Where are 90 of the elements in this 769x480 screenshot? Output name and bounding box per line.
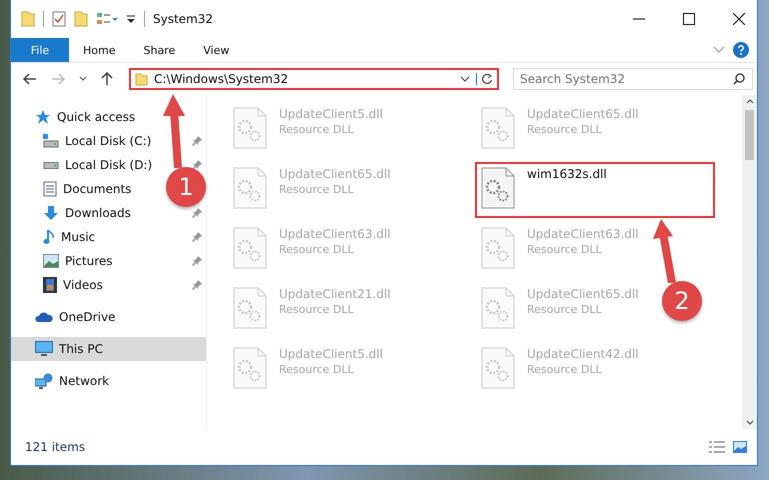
sidebar-item[interactable]: Quick access xyxy=(11,105,140,129)
file-item[interactable]: wim1632s.dll xyxy=(475,162,715,218)
drive-icon xyxy=(43,162,59,168)
file-name: UpdateClient65.dll xyxy=(527,107,639,121)
file-menu-button[interactable]: File xyxy=(11,38,69,62)
file-type: Resource DLL xyxy=(527,123,603,136)
arrow-annotation xyxy=(653,219,677,283)
recent-locations-icon[interactable] xyxy=(79,76,87,82)
file-type: Resource DLL xyxy=(527,303,603,316)
refresh-icon[interactable] xyxy=(476,73,493,85)
folder-icon xyxy=(135,72,148,86)
dll-file-icon xyxy=(233,287,267,329)
file-type: Resource DLL xyxy=(279,303,355,316)
ribbon-tab[interactable]: Home xyxy=(69,38,130,62)
file-name: UpdateClient63.dll xyxy=(279,227,391,241)
search-field[interactable]: Search System32 xyxy=(513,68,753,90)
sidebar-item[interactable]: Downloads xyxy=(11,201,135,225)
file-name: UpdateClient5.dll xyxy=(279,107,383,121)
sidebar-item[interactable]: This PC xyxy=(11,337,206,361)
scrollbar-thumb[interactable] xyxy=(745,110,754,160)
dll-file-icon xyxy=(233,227,267,269)
window-title: System32 xyxy=(153,12,214,26)
dll-file-icon xyxy=(481,167,515,209)
sidebar-item[interactable]: Network xyxy=(11,369,114,393)
file-type: Resource DLL xyxy=(279,243,355,256)
file-type: Resource DLL xyxy=(527,243,603,256)
pin-icon[interactable] xyxy=(192,256,202,266)
file-type: Resource DLL xyxy=(279,363,355,376)
sidebar-item[interactable]: OneDrive xyxy=(11,305,120,329)
sidebar-item[interactable]: Music xyxy=(11,225,100,249)
back-arrow-icon[interactable] xyxy=(23,73,37,85)
ribbon-tab[interactable]: View xyxy=(189,38,244,62)
pin-icon[interactable] xyxy=(192,232,202,242)
help-icon[interactable] xyxy=(733,42,749,58)
details-view-icon[interactable] xyxy=(709,441,725,453)
file-type: Resource DLL xyxy=(279,123,355,136)
file-name: wim1632s.dll xyxy=(527,167,607,181)
dll-file-icon xyxy=(481,107,515,149)
dll-file-icon xyxy=(481,347,515,389)
file-name: UpdateClient65.dll xyxy=(527,287,639,301)
dll-file-icon xyxy=(233,347,267,389)
scroll-down-icon[interactable] xyxy=(746,420,754,425)
sidebar-item[interactable]: Pictures xyxy=(11,249,117,273)
view-options-icon[interactable] xyxy=(96,12,118,26)
scroll-up-icon[interactable] xyxy=(746,99,754,104)
picture-icon xyxy=(43,254,59,268)
up-arrow-icon[interactable] xyxy=(101,72,113,86)
properties-icon[interactable] xyxy=(52,11,66,27)
music-note-icon xyxy=(43,229,55,245)
sidebar-item[interactable]: Documents xyxy=(11,177,136,201)
dll-file-icon xyxy=(481,287,515,329)
dropdown-caret-icon[interactable] xyxy=(460,76,470,82)
document-icon xyxy=(43,181,57,197)
step-number-marker: 1 xyxy=(166,167,206,207)
pin-icon[interactable] xyxy=(192,160,202,170)
address-path: C:\Windows\System32 xyxy=(154,72,290,86)
dll-file-icon xyxy=(233,167,267,209)
cloud-icon xyxy=(35,311,53,323)
ribbon-tab[interactable]: Share xyxy=(129,38,190,62)
file-name: UpdateClient5.dll xyxy=(279,347,383,361)
large-icons-view-icon[interactable] xyxy=(733,441,747,453)
sidebar-item[interactable]: Local Disk (C:) xyxy=(11,129,156,153)
sidebar-item[interactable]: Local Disk (D:) xyxy=(11,153,156,177)
dll-file-icon xyxy=(233,107,267,149)
file-name: UpdateClient65.dll xyxy=(279,167,391,181)
expand-ribbon-icon[interactable] xyxy=(713,46,725,54)
film-icon xyxy=(43,277,57,293)
step-number-marker: 2 xyxy=(662,281,702,321)
network-icon xyxy=(35,373,53,389)
drive-icon xyxy=(43,134,59,148)
close-icon[interactable] xyxy=(733,13,745,25)
dll-file-icon xyxy=(481,227,515,269)
address-bar[interactable]: C:\Windows\System32 xyxy=(129,68,499,90)
item-count: 121 items xyxy=(25,440,86,454)
file-type: Resource DLL xyxy=(527,363,603,376)
maximize-icon[interactable] xyxy=(683,13,695,25)
search-icon[interactable] xyxy=(733,73,745,85)
customize-toolbar-icon[interactable] xyxy=(126,14,136,24)
download-arrow-icon xyxy=(43,205,59,221)
file-type: Resource DLL xyxy=(279,183,355,196)
pin-icon[interactable] xyxy=(192,208,202,218)
sidebar-item[interactable]: Videos xyxy=(11,273,107,297)
monitor-icon xyxy=(35,341,53,357)
file-name: UpdateClient42.dll xyxy=(527,347,639,361)
pin-icon[interactable] xyxy=(192,280,202,290)
star-icon xyxy=(35,109,51,125)
pin-icon[interactable] xyxy=(192,136,202,146)
scrollbar-track[interactable] xyxy=(742,95,757,429)
file-name: UpdateClient21.dll xyxy=(279,287,391,301)
file-name: UpdateClient63.dll xyxy=(527,227,639,241)
